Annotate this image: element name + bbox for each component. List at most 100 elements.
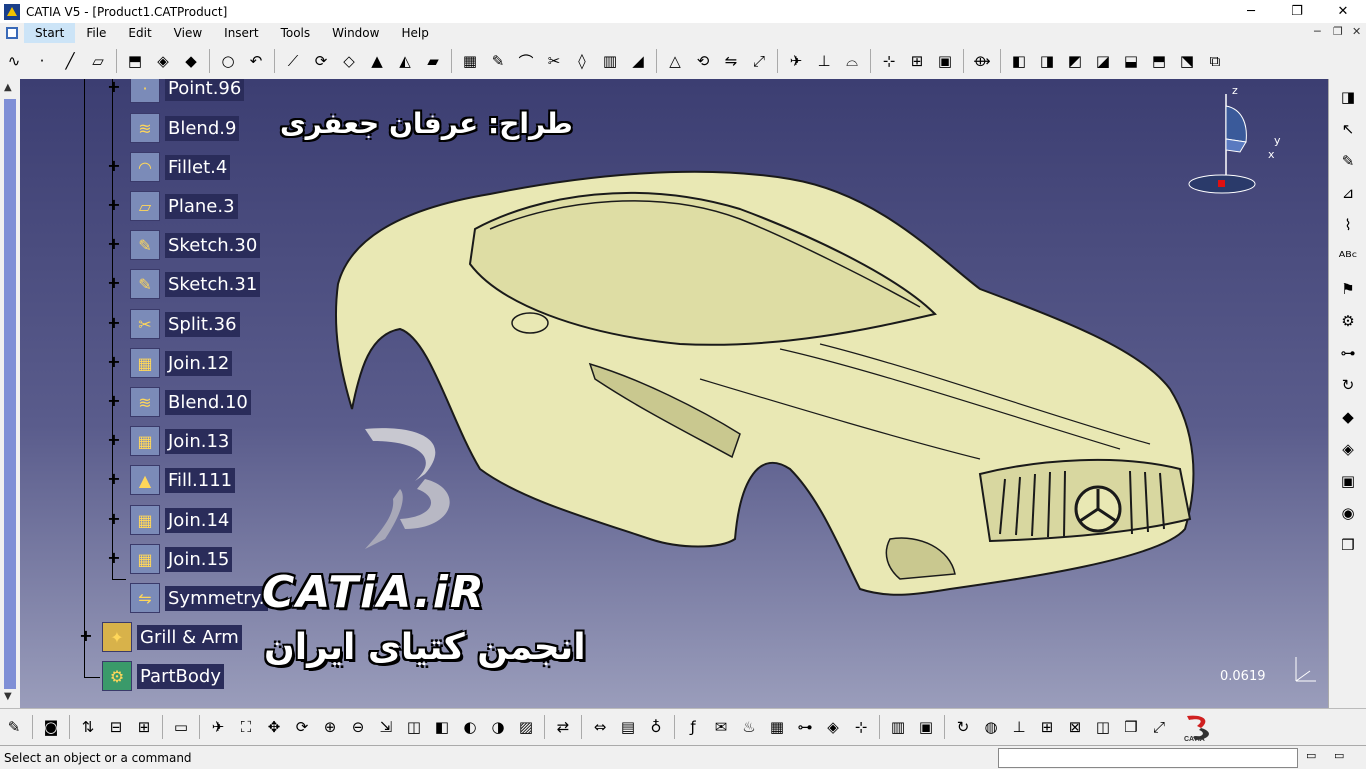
scroll-down-icon[interactable]: ▼: [4, 691, 12, 702]
offset-icon[interactable]: ⟋: [282, 50, 304, 72]
menu-edit[interactable]: Edit: [117, 23, 162, 43]
tree-scrollbar[interactable]: ▲ ▼: [0, 79, 21, 708]
grid-tool-icon[interactable]: ⊠: [1064, 716, 1086, 738]
expand-plus-icon[interactable]: +: [107, 275, 121, 291]
tree-item-join-14[interactable]: + ▦ Join.14: [107, 505, 233, 535]
formula-icon[interactable]: ƒ: [682, 716, 704, 738]
zoom-out-icon[interactable]: ⊖: [347, 716, 369, 738]
capture-icon[interactable]: ◙: [40, 716, 62, 738]
tree-item-split-36[interactable]: + ✂ Split.36: [107, 309, 240, 339]
structure-icon[interactable]: ⊞: [1036, 716, 1058, 738]
tree-item-sketch-31[interactable]: + ✎ Sketch.31: [107, 269, 261, 299]
doc-minimize-icon[interactable]: ─: [1314, 25, 1321, 38]
comment-icon[interactable]: ✉: [710, 716, 732, 738]
save-tool-icon[interactable]: ▣: [915, 716, 937, 738]
right-view-icon[interactable]: ⬓: [1120, 50, 1142, 72]
catalog-browser-icon[interactable]: ▤: [617, 716, 639, 738]
trim-icon[interactable]: ◊: [571, 50, 593, 72]
flag-note-icon[interactable]: ⚑: [1337, 278, 1359, 300]
bottle-icon[interactable]: ♁: [645, 716, 667, 738]
point-tool-icon[interactable]: ·: [31, 50, 53, 72]
expand-plus-icon[interactable]: +: [107, 393, 121, 409]
paint-icon[interactable]: ✎: [3, 716, 25, 738]
material-icon[interactable]: ◆: [1337, 406, 1359, 428]
restore-button[interactable]: ❐: [1274, 0, 1320, 23]
normal-view-icon[interactable]: ⇲: [375, 716, 397, 738]
expand-plus-icon[interactable]: +: [107, 471, 121, 487]
law-icon[interactable]: ⊥: [813, 50, 835, 72]
tree-item-blend-10[interactable]: + ≋ Blend.10: [107, 387, 251, 417]
text-annotation-icon[interactable]: ᴬᴮᶜ: [1337, 246, 1359, 268]
expand-plus-icon[interactable]: +: [107, 550, 121, 566]
iso-view-icon[interactable]: ◧: [1008, 50, 1030, 72]
update-icon[interactable]: ↻: [1337, 374, 1359, 396]
layer-icon[interactable]: ◫: [1092, 716, 1114, 738]
lock-icon[interactable]: ◈: [822, 716, 844, 738]
fit-all-icon[interactable]: ⛶: [235, 716, 257, 738]
surface-tool-icon[interactable]: ▰: [422, 50, 444, 72]
connect-curve-icon[interactable]: ↶: [245, 50, 267, 72]
doc-restore-icon[interactable]: ❐: [1333, 25, 1343, 38]
join-tool-icon[interactable]: ▦: [459, 50, 481, 72]
swap-icon[interactable]: ⇅: [77, 716, 99, 738]
blend-tool-icon[interactable]: ◭: [394, 50, 416, 72]
tree-item-sketch-30[interactable]: + ✎ Sketch.30: [107, 230, 261, 260]
curve-icon[interactable]: ⌇: [1337, 214, 1359, 236]
left-view-icon[interactable]: ◪: [1092, 50, 1114, 72]
fill-tool-icon[interactable]: ▲: [366, 50, 388, 72]
document-tool-icon[interactable]: ▥: [887, 716, 909, 738]
render-icon[interactable]: ◉: [1337, 502, 1359, 524]
translate-icon[interactable]: △: [664, 50, 686, 72]
menu-tools[interactable]: Tools: [270, 23, 322, 43]
close-button[interactable]: ✕: [1320, 0, 1366, 23]
measure-icon[interactable]: ⊿: [1337, 182, 1359, 204]
menu-window[interactable]: Window: [321, 23, 390, 43]
revolve-icon[interactable]: ⟳: [310, 50, 332, 72]
table-icon[interactable]: ▦: [766, 716, 788, 738]
spline-icon[interactable]: ∿: [3, 50, 25, 72]
doc-close-icon[interactable]: ✕: [1352, 25, 1361, 38]
expand-plus-icon[interactable]: +: [107, 511, 121, 527]
extrude-surface-icon[interactable]: ⬒: [124, 50, 146, 72]
light-icon[interactable]: ♨: [738, 716, 760, 738]
axis-tool-icon[interactable]: ⊥: [1008, 716, 1030, 738]
symmetry-tool-icon[interactable]: ⇋: [720, 50, 742, 72]
expand-plus-icon[interactable]: +: [107, 79, 121, 95]
tree-item-symmetry[interactable]: ⇋ Symmetry.: [130, 583, 268, 613]
extract-icon[interactable]: ▥: [599, 50, 621, 72]
tree-collapse-icon[interactable]: ⊞: [133, 716, 155, 738]
rotate-view-icon[interactable]: ⟳: [291, 716, 313, 738]
command-input[interactable]: [998, 748, 1298, 768]
tree-item-fillet-4[interactable]: + ◠ Fillet.4: [107, 152, 231, 182]
image-icon[interactable]: ▨: [515, 716, 537, 738]
axis-system-icon[interactable]: ⊹: [878, 50, 900, 72]
workbench-icon[interactable]: ◨: [1337, 86, 1359, 108]
menu-start[interactable]: Start: [24, 23, 76, 43]
status-icon-a[interactable]: ▭: [1306, 749, 1316, 762]
rotate-icon[interactable]: ⟲: [692, 50, 714, 72]
sweep-icon[interactable]: ◈: [152, 50, 174, 72]
fly-icon[interactable]: ✈: [207, 716, 229, 738]
projection-icon[interactable]: ◆: [180, 50, 202, 72]
cube-icon[interactable]: ❒: [1337, 534, 1359, 556]
minimize-button[interactable]: ─: [1228, 0, 1274, 23]
scroll-thumb[interactable]: [4, 99, 16, 689]
compare-icon[interactable]: ⇔: [589, 716, 611, 738]
expand-plus-icon[interactable]: +: [107, 354, 121, 370]
hierarchy-tool-icon[interactable]: ⊶: [794, 716, 816, 738]
split-tool-icon[interactable]: ✂: [543, 50, 565, 72]
pattern-icon[interactable]: ⌓: [841, 50, 863, 72]
plane-tool-icon[interactable]: ▱: [87, 50, 109, 72]
menu-file[interactable]: File: [75, 23, 117, 43]
scale-tool-icon[interactable]: ⤢: [1148, 716, 1170, 738]
scaling-icon[interactable]: ⤢: [748, 50, 770, 72]
tree-item-fill-111[interactable]: + ▲ Fill.111: [107, 465, 236, 495]
cube-tool-icon[interactable]: ❒: [1120, 716, 1142, 738]
expand-plus-icon[interactable]: +: [107, 158, 121, 174]
sketcher-icon[interactable]: ✎: [1337, 150, 1359, 172]
line-tool-icon[interactable]: ╱: [59, 50, 81, 72]
heal-icon[interactable]: ✎: [487, 50, 509, 72]
untrim-icon[interactable]: ⌒: [515, 50, 537, 72]
tree-item-join-13[interactable]: + ▦ Join.13: [107, 426, 233, 456]
expand-plus-icon[interactable]: +: [79, 628, 93, 644]
